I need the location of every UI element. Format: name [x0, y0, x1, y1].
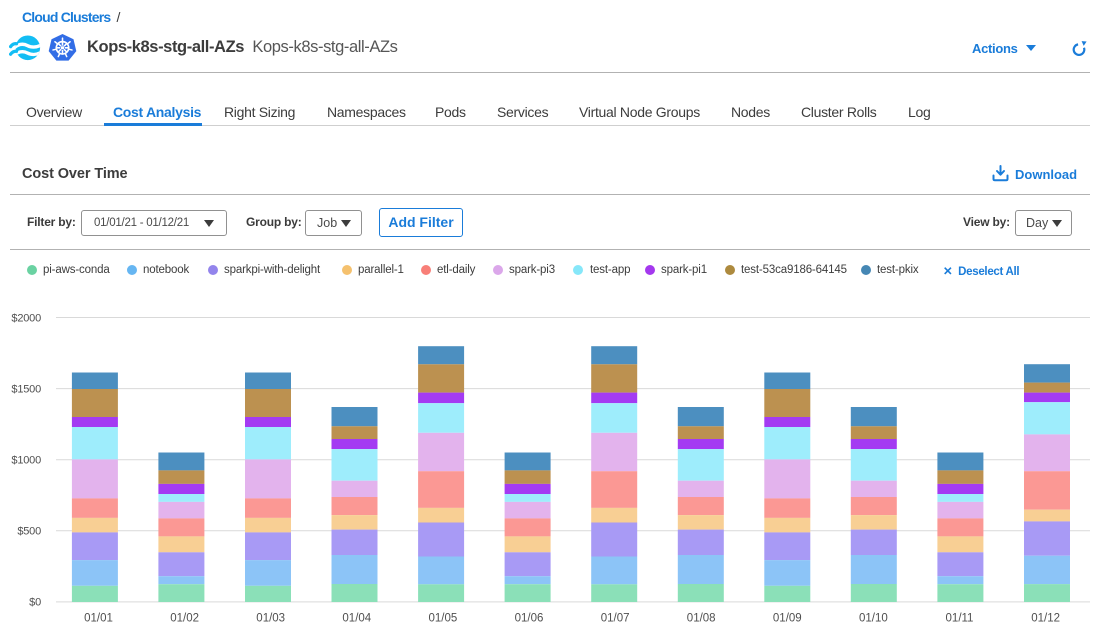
svg-text:01/10: 01/10: [859, 613, 888, 625]
svg-text:$500: $500: [17, 526, 41, 538]
svg-text:01/07: 01/07: [601, 613, 630, 625]
svg-text:01/03: 01/03: [256, 613, 285, 625]
svg-text:01/06: 01/06: [515, 613, 544, 625]
svg-text:$1000: $1000: [11, 455, 41, 467]
svg-text:$2000: $2000: [11, 312, 41, 324]
svg-text:$0: $0: [29, 597, 41, 609]
svg-text:01/01: 01/01: [84, 613, 113, 625]
svg-text:01/05: 01/05: [429, 613, 458, 625]
svg-text:01/12: 01/12: [1031, 613, 1060, 625]
svg-text:01/02: 01/02: [170, 613, 199, 625]
svg-text:01/11: 01/11: [946, 613, 974, 625]
svg-text:01/08: 01/08: [687, 613, 716, 625]
svg-text:01/09: 01/09: [773, 613, 802, 625]
svg-text:$1500: $1500: [11, 383, 41, 395]
svg-text:01/04: 01/04: [342, 613, 371, 625]
